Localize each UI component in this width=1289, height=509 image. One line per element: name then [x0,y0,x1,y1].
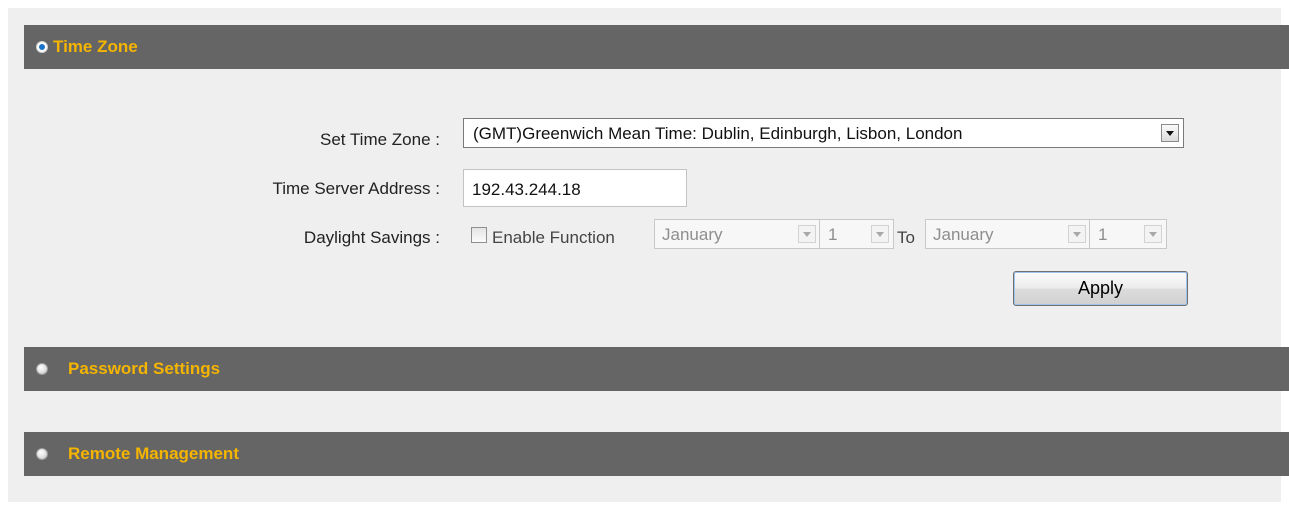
radio-unselected-icon[interactable] [36,448,48,460]
daylight-savings-label: Daylight Savings : [303,228,440,247]
radio-selected-icon[interactable] [36,41,48,53]
end-day-select[interactable]: 1 [1089,219,1167,249]
chevron-down-icon[interactable] [871,225,889,243]
chevron-down-icon[interactable] [1161,124,1179,142]
end-month-select[interactable]: January [925,219,1091,249]
section-header-time-zone[interactable]: Time Zone [24,25,1289,69]
radio-unselected-icon[interactable] [36,363,48,375]
section-title-time-zone: Time Zone [53,37,138,56]
time-server-address-value: 192.43.244.18 [472,180,581,199]
to-label: To [897,228,915,247]
section-header-password-settings[interactable]: Password Settings [24,347,1289,391]
start-month-value: January [662,225,723,244]
chevron-down-icon[interactable] [798,225,816,243]
section-title-password-settings: Password Settings [68,359,221,378]
settings-panel: Time Zone Set Time Zone : (GMT)Greenwich… [8,8,1289,502]
set-time-zone-label: Set Time Zone : [320,130,440,149]
chevron-down-icon[interactable] [1144,225,1162,243]
time-zone-select[interactable]: (GMT)Greenwich Mean Time: Dublin, Edinbu… [463,118,1184,148]
time-server-address-label: Time Server Address : [272,179,440,198]
end-day-value: 1 [1098,225,1108,244]
end-month-value: January [933,225,994,244]
start-month-select[interactable]: January [654,219,821,249]
time-server-address-input[interactable]: 192.43.244.18 [463,169,687,207]
enable-function-checkbox[interactable] [471,227,487,243]
start-day-select[interactable]: 1 [819,219,894,249]
time-zone-select-value: (GMT)Greenwich Mean Time: Dublin, Edinbu… [473,124,963,143]
start-day-value: 1 [828,225,838,244]
section-title-remote-management: Remote Management [68,444,239,463]
section-header-remote-management[interactable]: Remote Management [24,432,1289,476]
chevron-down-icon[interactable] [1068,225,1086,243]
apply-button[interactable]: Apply [1013,271,1188,306]
enable-function-label: Enable Function [492,228,615,247]
